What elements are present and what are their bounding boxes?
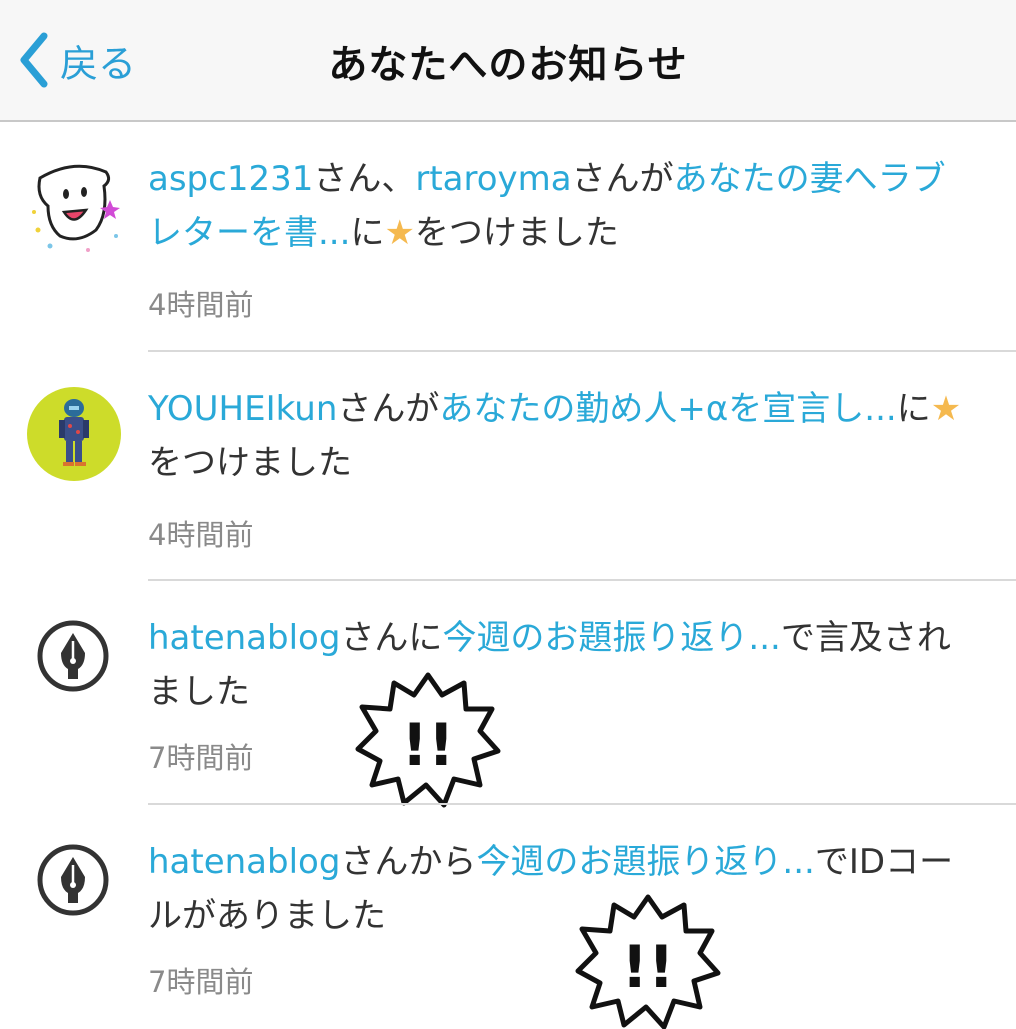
entry-link[interactable]: あなたの勤め人+αを宣言し... (439, 389, 896, 429)
timestamp: 4時間前 (148, 518, 254, 552)
notification-message: hatenablogさんに今週のお題振り返り...で言及されました (148, 611, 976, 719)
notification-item[interactable]: hatenablogさんに今週のお題振り返り...で言及されました 7時間前 !… (0, 581, 1016, 808)
pen-nib-icon (37, 844, 109, 916)
user-link[interactable]: YOUHEIkun (148, 389, 337, 429)
exclamation-burst-sticker: !! (355, 672, 501, 808)
character-avatar-icon (27, 387, 121, 481)
message-text: をつけました (148, 443, 352, 483)
user-link[interactable]: aspc1231 (148, 159, 313, 199)
notification-item[interactable]: YOUHEIkunさんがあなたの勤め人+αを宣言し...に★ をつけました 4時間… (0, 352, 1016, 581)
message-text: をつけました (414, 213, 619, 253)
exclamation-burst-sticker: !! (575, 894, 721, 1029)
message-text: さんから (340, 842, 477, 882)
sticker-text: !! (622, 933, 675, 1001)
user-link[interactable]: hatenablog (148, 618, 340, 658)
message-text: に (350, 213, 385, 253)
message-text: さんが (571, 159, 674, 199)
navigation-bar: 戻る あなたへのお知らせ (0, 0, 1016, 122)
message-text: さんが (337, 389, 440, 429)
notification-message: aspc1231さん、rtaroymaさんがあなたの妻へラブレターを書...に★… (148, 152, 976, 260)
notification-message: YOUHEIkunさんがあなたの勤め人+αを宣言し...に★ をつけました (148, 382, 976, 490)
entry-link[interactable]: 今週のお題振り返り... (476, 842, 814, 882)
sticker-text: !! (402, 711, 455, 779)
star-icon: ★ (930, 389, 962, 429)
notification-item[interactable]: aspc1231さん、rtaroymaさんがあなたの妻へラブレターを書...に★… (0, 122, 1016, 352)
notification-message: hatenablogさんから今週のお題振り返り...でIDコールがありました (148, 835, 976, 943)
timestamp: 7時間前 (148, 965, 254, 999)
message-text: に (896, 389, 931, 429)
cartoon-face-icon (24, 156, 124, 256)
page-title: あなたへのお知らせ (328, 43, 688, 88)
notification-list: aspc1231さん、rtaroymaさんがあなたの妻へラブレターを書...に★… (0, 122, 1016, 1029)
notification-item[interactable]: hatenablogさんから今週のお題振り返り...でIDコールがありました 7… (0, 805, 1016, 1029)
timestamp: 4時間前 (148, 288, 254, 322)
entry-link[interactable]: 今週のお題振り返り... (442, 618, 780, 658)
timestamp: 7時間前 (148, 741, 254, 775)
message-text: さん、 (313, 159, 416, 199)
pen-nib-icon (37, 620, 109, 692)
user-link[interactable]: rtaroyma (415, 159, 571, 199)
user-link[interactable]: hatenablog (148, 842, 340, 882)
message-text: さんに (340, 618, 443, 658)
star-icon: ★ (384, 213, 415, 253)
